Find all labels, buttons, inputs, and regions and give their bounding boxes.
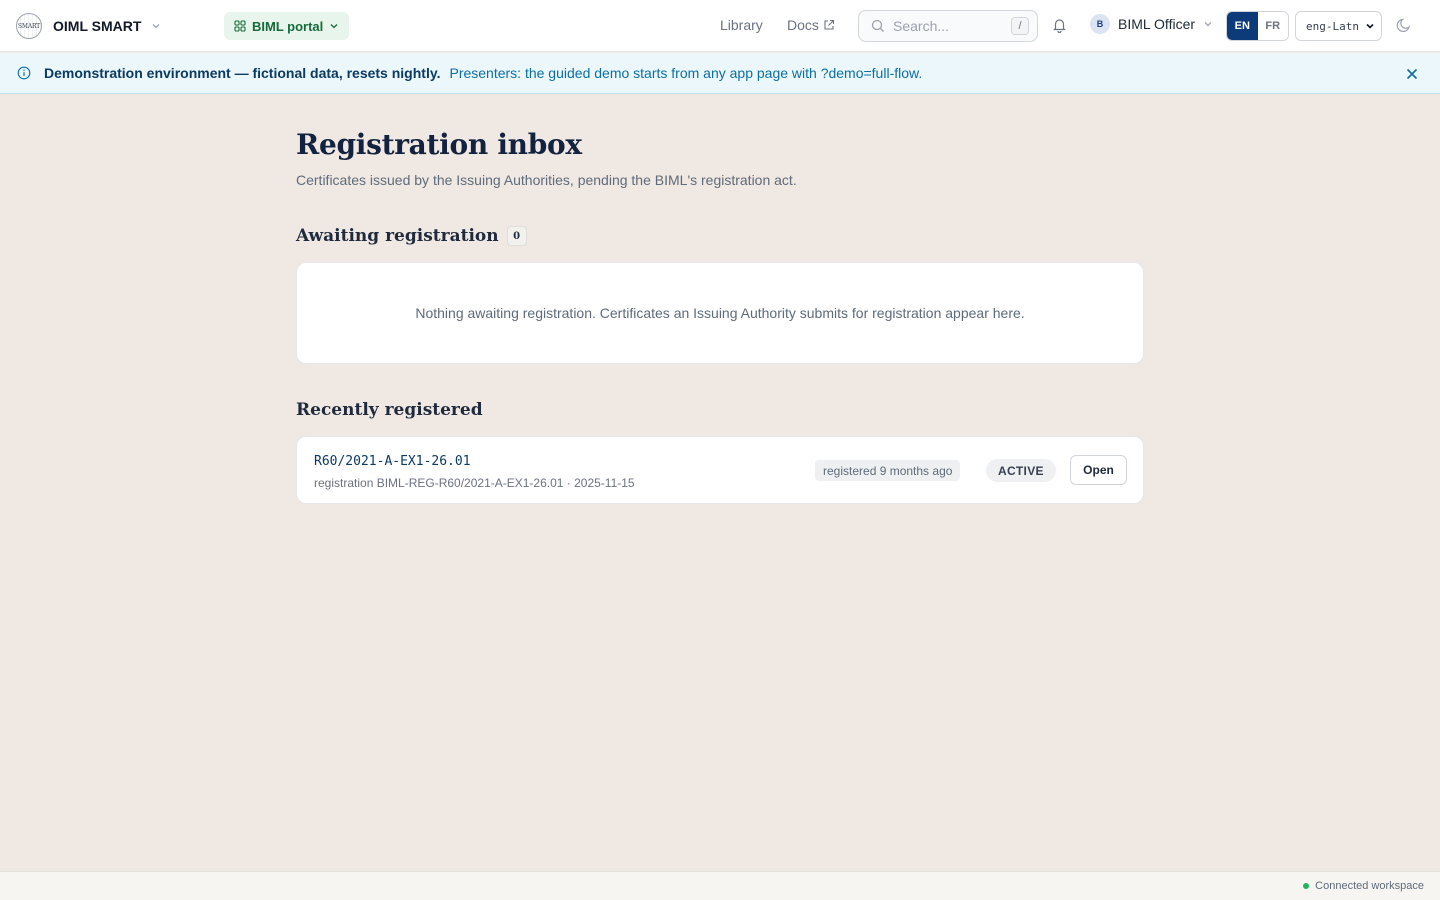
registered-ago-badge: registered 9 months ago: [815, 460, 961, 481]
portal-switcher[interactable]: BIML portal: [224, 12, 350, 40]
awaiting-section-heading: Awaiting registration 0: [296, 226, 527, 246]
brand-name: OIML SMART: [53, 18, 142, 34]
portal-label: BIML portal: [252, 18, 324, 34]
info-icon: [17, 66, 31, 80]
user-name: BIML Officer: [1118, 16, 1196, 32]
chevron-down-icon: [1365, 21, 1375, 31]
nav-library-link[interactable]: Library: [720, 17, 763, 33]
connection-status: Connected workspace: [1303, 880, 1424, 892]
chevron-down-icon: [329, 21, 339, 31]
list-item: R60/2021-A-EX1-26.01 registration BIML-R…: [296, 436, 1144, 504]
recent-section-heading: Recently registered: [296, 400, 483, 420]
user-menu[interactable]: B BIML Officer: [1090, 14, 1213, 34]
chevron-down-icon: [1203, 19, 1213, 29]
page-title: Registration inbox: [296, 128, 582, 161]
page-subtitle: Certificates issued by the Issuing Autho…: [296, 172, 797, 188]
empty-state-text: Nothing awaiting registration. Certifica…: [415, 305, 1025, 321]
script-select-value: eng-Latn: [1306, 19, 1359, 33]
language-en-button[interactable]: EN: [1227, 12, 1258, 40]
close-icon[interactable]: [1405, 67, 1419, 81]
search-input[interactable]: Search... /: [858, 10, 1038, 42]
bell-icon[interactable]: [1052, 17, 1067, 33]
grid-icon: [234, 20, 246, 32]
language-fr-button[interactable]: FR: [1257, 12, 1288, 40]
connection-status-text: Connected workspace: [1315, 880, 1424, 892]
language-switcher: EN FR: [1226, 11, 1289, 41]
banner-message: Presenters: the guided demo starts from …: [449, 65, 923, 81]
script-select[interactable]: eng-Latn: [1295, 11, 1382, 41]
demo-banner: Demonstration environment — fictional da…: [0, 53, 1440, 94]
avatar: B: [1090, 14, 1110, 34]
oiml-logo: SMART: [16, 13, 42, 39]
registration-meta: registration BIML-REG-R60/2021-A-EX1-26.…: [314, 476, 635, 490]
search-shortcut-key: /: [1011, 17, 1029, 35]
search-icon: [871, 19, 885, 33]
docs-label: Docs: [787, 17, 819, 33]
status-footer: Connected workspace: [0, 871, 1440, 900]
open-button[interactable]: Open: [1070, 455, 1127, 485]
chevron-down-icon[interactable]: [151, 21, 161, 31]
banner-heading: Demonstration environment — fictional da…: [44, 65, 441, 81]
status-badge: ACTIVE: [986, 459, 1056, 482]
awaiting-title: Awaiting registration: [296, 226, 499, 246]
moon-icon[interactable]: [1396, 17, 1412, 33]
status-dot: [1303, 883, 1310, 889]
nav-docs-link[interactable]: Docs: [787, 17, 835, 33]
search-placeholder: Search...: [893, 18, 950, 34]
certificate-id-link[interactable]: R60/2021-A-EX1-26.01: [314, 454, 471, 469]
top-navigation: SMART OIML SMART BIML portal Library Doc…: [0, 0, 1440, 52]
brand[interactable]: SMART OIML SMART: [16, 12, 161, 40]
awaiting-empty-state: Nothing awaiting registration. Certifica…: [296, 262, 1144, 364]
external-link-icon: [823, 19, 835, 31]
awaiting-count-badge: 0: [506, 226, 527, 246]
